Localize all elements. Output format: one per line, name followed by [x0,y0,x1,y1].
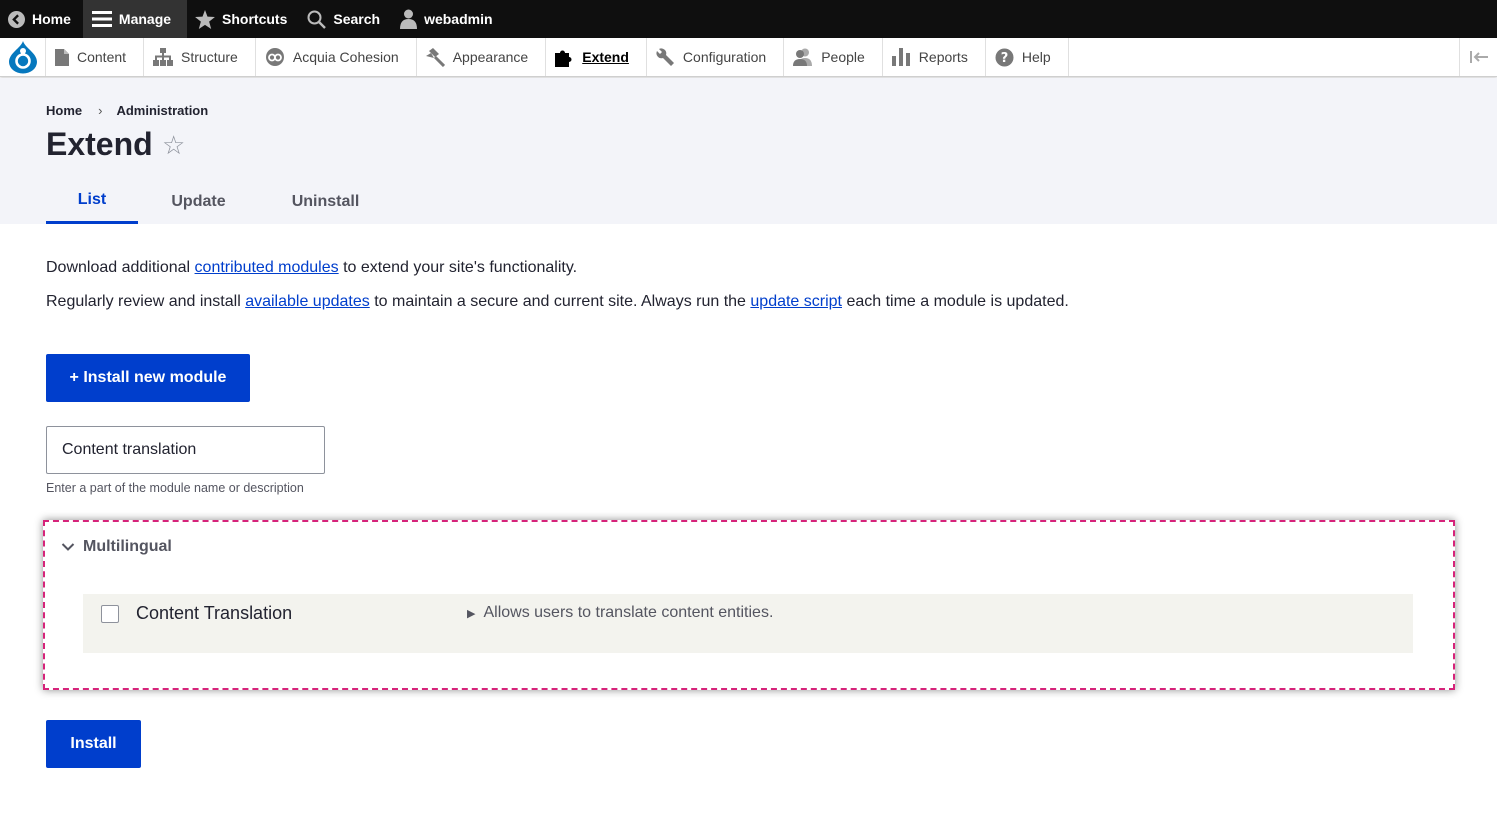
multilingual-summary[interactable]: Multilingual [61,538,172,556]
toolbar-shortcuts-label: Shortcuts [222,11,288,27]
search-icon [307,10,327,29]
tray-orientation-toggle[interactable] [1459,38,1497,76]
multilingual-details: Multilingual Content Translation ▶ Allow… [43,520,1455,690]
module-description: Allows users to translate content entiti… [483,604,774,621]
update-script-link[interactable]: update script [750,293,842,310]
chevron-down-icon [61,543,75,551]
toolbar-shortcuts-tab[interactable]: Shortcuts [187,0,299,38]
tray-item-content[interactable]: Content [46,38,145,76]
paintbrush-icon [425,47,445,67]
breadcrumb-home[interactable]: Home [46,103,82,118]
tray-item-structure[interactable]: Structure [144,38,256,76]
intro-p1-after: to extend your site's functionality. [338,259,578,276]
intro-p1-before: Download additional [46,259,195,276]
tray-item-extend-label: Extend [582,49,629,65]
drupal-logo[interactable] [0,38,46,76]
tab-list[interactable]: List [46,179,138,224]
hamburger-icon [91,11,112,27]
tray-item-acquia-cohesion[interactable]: Acquia Cohesion [256,38,417,76]
tray-item-configuration[interactable]: Configuration [647,38,785,76]
toolbar-user-label: webadmin [424,11,493,27]
breadcrumb-administration[interactable]: Administration [116,103,208,118]
toolbar-manage-label: Manage [118,11,172,27]
favorite-star-icon[interactable]: ☆ [162,130,185,161]
install-new-module-button[interactable]: + Install new module [46,354,250,402]
toolbar-search-label: Search [333,11,381,27]
tray-item-reports-label: Reports [918,49,968,65]
intro-paragraph-2: Regularly review and install available u… [46,293,1069,311]
triangle-right-icon: ▶ [467,607,476,620]
primary-tabs: List Update Uninstall [46,179,392,224]
tray-item-people-label: People [821,49,865,65]
page-title: Extend [46,126,153,162]
tray-item-help[interactable]: ? Help [986,38,1069,76]
puzzle-icon [555,50,572,67]
collapse-sidebar-icon [1469,51,1488,63]
sitemap-icon [153,48,174,66]
document-icon [55,48,69,66]
tray-item-acquia-cohesion-label: Acquia Cohesion [292,49,399,65]
tray-item-extend[interactable]: Extend [546,38,647,76]
toolbar-home-link[interactable]: Home [0,0,83,38]
module-filter-input[interactable]: Content translation [46,426,325,474]
breadcrumb: Home › Administration [46,103,208,118]
module-description-toggle[interactable]: ▶ Allows users to translate content enti… [467,604,773,622]
available-updates-link[interactable]: available updates [245,293,370,310]
module-filter-value: Content translation [62,441,197,458]
tray-item-appearance-label: Appearance [452,49,529,65]
page-header: Home › Administration Extend ☆ List Upda… [0,78,1497,224]
contributed-modules-link[interactable]: contributed modules [195,259,339,276]
tray-item-help-label: Help [1021,49,1051,65]
toolbar-search-tab[interactable]: Search [299,0,392,38]
user-icon [400,9,418,29]
svg-text:?: ? [1001,51,1009,66]
breadcrumb-separator: › [98,103,103,118]
admin-toolbar: Home Manage Shortcuts Search webadmin [0,0,1497,38]
toolbar-manage-tab[interactable]: Manage [82,0,188,38]
bar-chart-icon [891,48,910,66]
intro-p2-before: Regularly review and install [46,293,246,310]
drupal-drop-icon [8,41,37,74]
toolbar-user-tab[interactable]: webadmin [392,0,504,38]
intro-paragraph-1: Download additional contributed modules … [46,259,577,277]
toolbar-home-label: Home [32,11,71,27]
tray-item-people[interactable]: People [784,38,883,76]
people-icon [793,48,813,66]
tray-item-configuration-label: Configuration [682,49,767,65]
install-button[interactable]: Install [46,720,141,768]
multilingual-title: Multilingual [83,538,172,555]
cohesion-icon [265,48,284,66]
tray-item-appearance[interactable]: Appearance [417,38,547,76]
back-circle-icon [8,10,25,28]
content-translation-checkbox[interactable] [101,605,119,623]
wrench-icon [656,47,674,66]
tray-item-reports[interactable]: Reports [883,38,986,76]
tray-item-content-label: Content [77,49,127,65]
tab-update[interactable]: Update [138,179,259,224]
module-row: Content Translation ▶ Allows users to tr… [83,594,1413,653]
toolbar-tray: Content Structure Acquia Cohesion Appear… [0,38,1497,77]
help-icon: ? [995,48,1014,66]
module-name[interactable]: Content Translation [136,603,292,624]
intro-p2-middle: to maintain a secure and current site. A… [369,293,751,310]
module-filter-description: Enter a part of the module name or descr… [46,481,304,495]
tab-uninstall[interactable]: Uninstall [259,179,392,224]
tray-item-structure-label: Structure [181,49,238,65]
star-icon [195,9,215,29]
intro-p2-after: each time a module is updated. [842,293,1069,310]
tray-spacer [1069,38,1459,76]
